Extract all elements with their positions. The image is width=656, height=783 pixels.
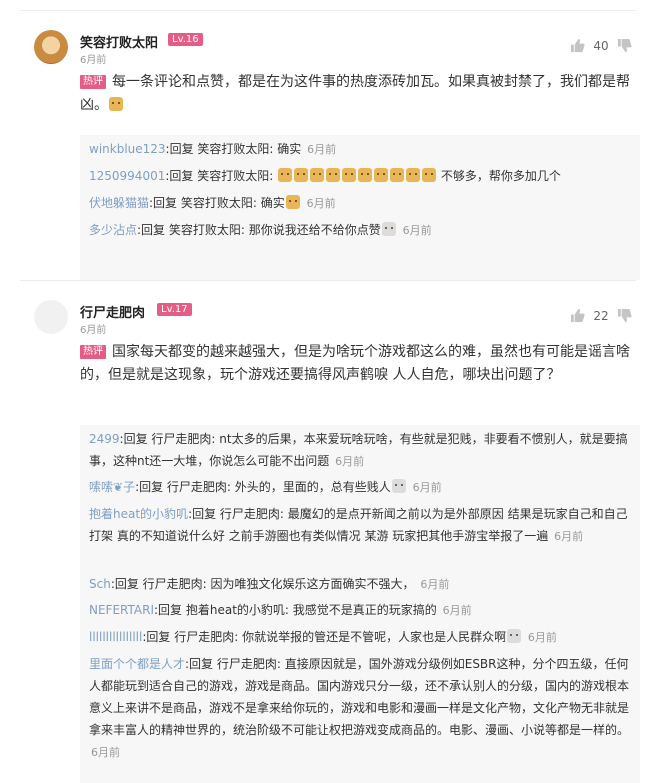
comment-text: 国家每天都变的越来越强大，但是为啥玩个游戏都这么的难，虽然也有可能是谣言啥的，但… xyxy=(80,344,630,383)
reply-prefix: :回复 行尸走肥肉: xyxy=(142,630,243,644)
reply-time: 6月前 xyxy=(554,530,584,543)
cat-emoji-icon xyxy=(326,168,341,182)
reply-author[interactable]: 2499 xyxy=(89,432,120,446)
reply-author[interactable]: winkblue123 xyxy=(89,142,166,156)
reply-item: Sch:回复 行尸走肥肉: 因为唯独文化娱乐这方面确实不强大， 6月前 xyxy=(89,573,631,596)
reply-text: 确实 xyxy=(260,196,285,210)
avatar[interactable] xyxy=(34,300,68,334)
comment-page: 笑容打败太阳 Lv.16 6月前 40 热评 每一条评论和点赞，都是在为这件事的热… xyxy=(0,0,656,783)
reply-item: 抱着heat的小豹叽:回复 行尸走肥肉: 最魔幻的是点开新闻之前以为是外部原因 … xyxy=(89,503,631,548)
reply-prefix: :回复 行尸走肥肉: xyxy=(110,577,211,591)
reply-time: 6月前 xyxy=(420,578,450,591)
cat-emoji-icon xyxy=(358,168,373,182)
reply-text: 外头的，里面的，总有些贱人 xyxy=(234,480,391,494)
thumb-down-icon[interactable] xyxy=(617,308,632,323)
reply-prefix: :回复 笑容打败太阳: xyxy=(165,142,278,156)
divider xyxy=(20,10,636,11)
reply-item: NEFERTARI:回复 抱着heat的小豹叽: 我感觉不是真正的玩家搞的 6月… xyxy=(89,599,631,622)
hot-comment-tag: 热评 xyxy=(80,75,106,89)
reply-author[interactable]: 多少沾点 xyxy=(89,223,137,237)
reply-prefix: :回复 行尸走肥肉: xyxy=(185,657,285,671)
reply-list: winkblue123:回复 笑容打败太阳: 确实 6月前 1250994001… xyxy=(80,135,640,280)
reply-list: 2499:回复 行尸走肥肉: nt太多的后果，本来爱玩啥玩啥，有些就是犯贱，非要… xyxy=(80,425,640,783)
comment-author[interactable]: 笑容打败太阳 xyxy=(80,32,158,51)
level-badge: Lv.17 xyxy=(157,303,192,316)
reply-time: 6月前 xyxy=(527,631,557,644)
face-emoji-icon xyxy=(391,479,406,493)
thumb-up-icon[interactable] xyxy=(570,38,585,53)
cat-emoji-icon xyxy=(294,168,309,182)
reply-text: 你就说举报的管还是不管呢，人家也是人民群众啊 xyxy=(242,630,507,644)
reply-time: 6月前 xyxy=(412,481,442,494)
cat-emoji-icon xyxy=(342,168,357,182)
reply-author[interactable]: 1250994001 xyxy=(89,169,165,183)
reply-author[interactable]: Sch xyxy=(89,577,111,591)
reply-item: 1250994001:回复 笑容打败太阳: 不够多，帮你多加几个 xyxy=(89,165,631,187)
comment-author[interactable]: 行尸走肥肉 xyxy=(80,302,145,321)
reply-time: 6月前 xyxy=(402,224,432,237)
reply-text: 那你说我还给不给你点赞 xyxy=(248,223,381,237)
face-emoji-icon xyxy=(507,629,522,643)
cat-emoji-icon xyxy=(422,168,437,182)
reply-author[interactable]: 里面个个都是人才 xyxy=(89,657,185,671)
comment-time: 6月前 xyxy=(80,55,107,66)
like-count: 22 xyxy=(593,308,609,323)
reply-text: 不够多，帮你多加几个 xyxy=(437,169,561,183)
vote-bar: 22 xyxy=(570,308,632,323)
cat-emoji-icon xyxy=(285,195,300,209)
reply-author[interactable]: llllllllllllllll xyxy=(89,630,142,644)
cat-emoji-icon xyxy=(109,97,123,111)
reply-time: 6月前 xyxy=(307,143,337,156)
reply-item: 里面个个都是人才:回复 行尸走肥肉: 直接原因就是，国外游戏分级例如ESBR这种… xyxy=(89,653,631,764)
hot-comment-tag: 热评 xyxy=(80,345,106,359)
comment-text: 每一条评论和点赞，都是在为这件事的热度添砖加瓦。如果真被封禁了，我们都是帮凶。 xyxy=(80,74,630,113)
reply-item: 嗦嗦❦子:回复 行尸走肥肉: 外头的，里面的，总有些贱人 6月前 xyxy=(89,476,631,499)
comment-body: 热评 每一条评论和点赞，都是在为这件事的热度添砖加瓦。如果真被封禁了，我们都是帮凶… xyxy=(80,71,640,117)
reply-item: llllllllllllllll:回复 行尸走肥肉: 你就说举报的管还是不管呢，… xyxy=(89,626,631,649)
cat-emoji-icon xyxy=(390,168,405,182)
like-count: 40 xyxy=(593,38,609,53)
reply-author[interactable]: 伏地躲猫猫 xyxy=(89,196,149,210)
cat-emoji-icon xyxy=(374,168,389,182)
comment-time: 6月前 xyxy=(80,325,107,336)
reply-time: 6月前 xyxy=(91,746,120,759)
reply-time: 6月前 xyxy=(442,604,472,617)
reply-time: 6月前 xyxy=(306,197,336,210)
reply-item: 2499:回复 行尸走肥肉: nt太多的后果，本来爱玩啥玩啥，有些就是犯贱，非要… xyxy=(89,428,631,473)
reply-prefix: :回复 笑容打败太阳: xyxy=(137,223,249,237)
reply-text: 我感觉不是真正的玩家搞的 xyxy=(292,603,437,617)
divider xyxy=(20,280,636,281)
reply-author[interactable]: 嗦嗦❦子 xyxy=(89,480,135,494)
vote-bar: 40 xyxy=(570,38,632,53)
reply-prefix: :回复 笑容打败太阳: xyxy=(149,196,261,210)
cat-emoji-icon xyxy=(310,168,325,182)
thumb-up-icon[interactable] xyxy=(570,308,585,323)
reply-prefix: :回复 行尸走肥肉: xyxy=(135,480,235,494)
reply-prefix: :回复 行尸走肥肉: xyxy=(188,507,288,521)
face-emoji-icon xyxy=(381,222,396,236)
reply-prefix: :回复 笑容打败太阳: xyxy=(165,169,278,183)
reply-item: 伏地躲猫猫:回复 笑容打败太阳: 确实 6月前 xyxy=(89,192,631,215)
reply-author[interactable]: NEFERTARI xyxy=(89,603,154,617)
reply-time: 6月前 xyxy=(335,455,365,468)
cat-emoji-icon xyxy=(406,168,421,182)
comment-body: 热评 国家每天都变的越来越强大，但是为啥玩个游戏都这么的难，虽然也有可能是谣言啥的… xyxy=(80,341,640,387)
avatar[interactable] xyxy=(34,30,68,64)
reply-item: 多少沾点:回复 笑容打败太阳: 那你说我还给不给你点赞 6月前 xyxy=(89,219,631,242)
reply-author[interactable]: 抱着heat的小豹叽 xyxy=(89,507,188,521)
reply-text: 确实 xyxy=(277,142,302,156)
cat-emoji-icon xyxy=(278,168,293,182)
reply-item: winkblue123:回复 笑容打败太阳: 确实 6月前 xyxy=(89,138,631,161)
thumb-down-icon[interactable] xyxy=(617,38,632,53)
reply-prefix: :回复 行尸走肥肉: xyxy=(119,432,220,446)
reply-text: 因为唯独文化娱乐这方面确实不强大， xyxy=(210,577,415,591)
reply-prefix: :回复 抱着heat的小豹叽: xyxy=(154,603,293,617)
level-badge: Lv.16 xyxy=(168,33,203,46)
